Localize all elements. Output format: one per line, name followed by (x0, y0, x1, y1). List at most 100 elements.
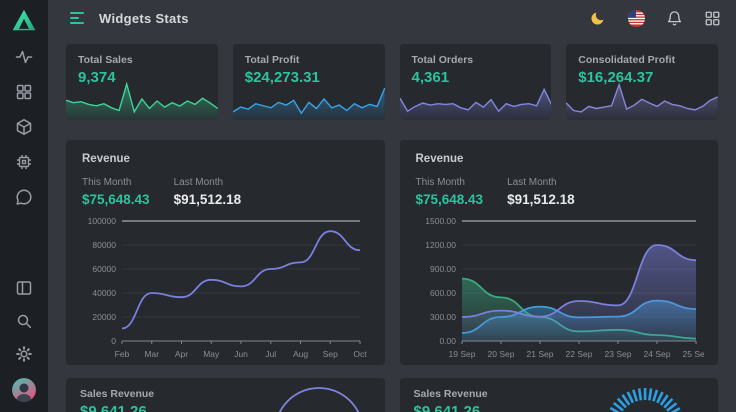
sidebar-item-components[interactable] (15, 153, 33, 171)
revenue-area-chart-svg: 0.00 300.00 600.00 900.00 1200.00 1500.00 19 S… (416, 213, 704, 361)
revenue-line-card: Revenue This Month $75,648.43 Last Month… (66, 140, 385, 365)
sidebar (0, 0, 48, 412)
svg-text:600.00: 600.00 (430, 288, 456, 298)
svg-text:40000: 40000 (92, 288, 116, 298)
dashboard-grid-icon (15, 83, 33, 101)
us-flag-icon (628, 10, 645, 27)
chat-bubble-icon (15, 188, 33, 206)
revenue-line-chart-svg: 020000400006000080000100000FebMarAprMayJ… (82, 213, 368, 361)
svg-text:Aug: Aug (293, 349, 308, 359)
this-month-value: $75,648.43 (82, 192, 150, 207)
stat-card-total-profit: Total Profit $24,273.31 (233, 44, 385, 120)
area-chart: 0.00 300.00 600.00 900.00 1200.00 1500.00 19 S… (416, 213, 703, 361)
revenue-stats: This Month $75,648.43 Last Month $91,512… (416, 177, 703, 207)
svg-text:Jul: Jul (265, 349, 276, 359)
package-box-icon (15, 118, 33, 136)
sidebar-item-products[interactable] (15, 118, 33, 136)
sidebar-item-layout[interactable] (15, 279, 33, 297)
svg-text:19 Sep: 19 Sep (448, 349, 475, 359)
apps-grid-icon (705, 11, 720, 26)
svg-text:1500.00: 1500.00 (425, 216, 456, 226)
last-month-value: $91,512.18 (174, 192, 242, 207)
last-month-label: Last Month (507, 177, 575, 188)
theme-toggle-button[interactable] (589, 9, 607, 27)
stat-label: Total Orders (412, 54, 540, 66)
last-month-value: $91,512.18 (507, 192, 575, 207)
language-selector[interactable] (627, 9, 645, 27)
svg-text:80000: 80000 (92, 240, 116, 250)
sparkline-chart (400, 82, 552, 120)
notifications-button[interactable] (665, 9, 683, 27)
revenue-stats: This Month $75,648.43 Last Month $91,512… (82, 177, 369, 207)
this-month-value: $75,648.43 (416, 192, 484, 207)
menu-toggle-button[interactable] (68, 10, 86, 26)
arc-gauge-icon (257, 382, 367, 412)
svg-text:May: May (203, 349, 220, 359)
svg-text:Apr: Apr (175, 349, 188, 359)
sidebar-item-dashboard[interactable] (15, 83, 33, 101)
svg-text:20 Sep: 20 Sep (487, 349, 514, 359)
main-area: Widgets Stats (48, 0, 736, 412)
stat-label: Total Profit (245, 54, 373, 66)
sidebar-item-settings[interactable] (15, 345, 33, 363)
header-actions (589, 9, 721, 27)
layout-panel-icon (15, 279, 33, 297)
sales-revenue-card-gauge: Sales Revenue $9,641.26 (66, 378, 385, 412)
page-title: Widgets Stats (99, 11, 189, 26)
logo-triangle-icon (11, 8, 37, 32)
svg-text:24 Sep: 24 Sep (643, 349, 670, 359)
search-icon (15, 312, 33, 330)
last-month-label: Last Month (174, 177, 242, 188)
line-chart: 020000400006000080000100000FebMarAprMayJ… (82, 213, 369, 361)
svg-text:23 Sep: 23 Sep (604, 349, 631, 359)
bell-icon (666, 10, 683, 27)
sidebar-item-activity[interactable] (15, 48, 33, 66)
sparkline-chart (233, 82, 385, 120)
sales-revenue-row: Sales Revenue $9,641.26 Sales Revenue $9… (66, 378, 718, 412)
sidebar-nav (15, 48, 33, 206)
cpu-chip-icon (15, 153, 33, 171)
sidebar-item-messages[interactable] (15, 188, 33, 206)
user-avatar[interactable] (12, 378, 36, 402)
svg-text:0.00: 0.00 (439, 336, 456, 346)
sparkline-chart (66, 82, 218, 120)
dashboard-page: Widgets Stats (0, 0, 736, 412)
svg-text:22 Sep: 22 Sep (565, 349, 592, 359)
stat-label: Consolidated Profit (578, 54, 706, 66)
activity-icon (15, 48, 33, 66)
apps-menu-button[interactable] (703, 9, 721, 27)
card-title: Revenue (416, 153, 703, 165)
stat-cards-row: Total Sales 9,374 Total Profit $24,273.3… (66, 44, 718, 120)
svg-text:Sep: Sep (323, 349, 338, 359)
stat-card-total-sales: Total Sales 9,374 (66, 44, 218, 120)
svg-text:Jun: Jun (234, 349, 248, 359)
content: Total Sales 9,374 Total Profit $24,273.3… (48, 36, 736, 412)
sales-revenue-card-ticks: Sales Revenue $9,641.26 (400, 378, 719, 412)
svg-text:900.00: 900.00 (430, 264, 456, 274)
tick-gauge-icon (590, 382, 700, 412)
svg-text:21 Sep: 21 Sep (526, 349, 553, 359)
svg-text:Mar: Mar (144, 349, 159, 359)
sparkline-chart (566, 82, 718, 120)
svg-text:Feb: Feb (115, 349, 130, 359)
svg-text:100000: 100000 (88, 216, 117, 226)
top-header: Widgets Stats (48, 0, 736, 36)
sidebar-item-search[interactable] (15, 312, 33, 330)
gear-icon (15, 345, 33, 363)
svg-text:1200.00: 1200.00 (425, 240, 456, 250)
avatar-image (12, 378, 36, 402)
card-title: Revenue (82, 153, 369, 165)
app-logo[interactable] (0, 0, 48, 40)
revenue-area-card: Revenue This Month $75,648.43 Last Month… (400, 140, 719, 365)
revenue-charts-row: Revenue This Month $75,648.43 Last Month… (66, 140, 718, 365)
sidebar-bottom (12, 279, 36, 412)
stat-label: Total Sales (78, 54, 206, 66)
svg-text:Oct: Oct (353, 349, 367, 359)
svg-text:25 Sep: 25 Sep (682, 349, 703, 359)
svg-text:20000: 20000 (92, 312, 116, 322)
svg-text:300.00: 300.00 (430, 312, 456, 322)
moon-icon (590, 10, 606, 26)
stat-card-consolidated-profit: Consolidated Profit $16,264.37 (566, 44, 718, 120)
svg-text:60000: 60000 (92, 264, 116, 274)
this-month-label: This Month (82, 177, 150, 188)
